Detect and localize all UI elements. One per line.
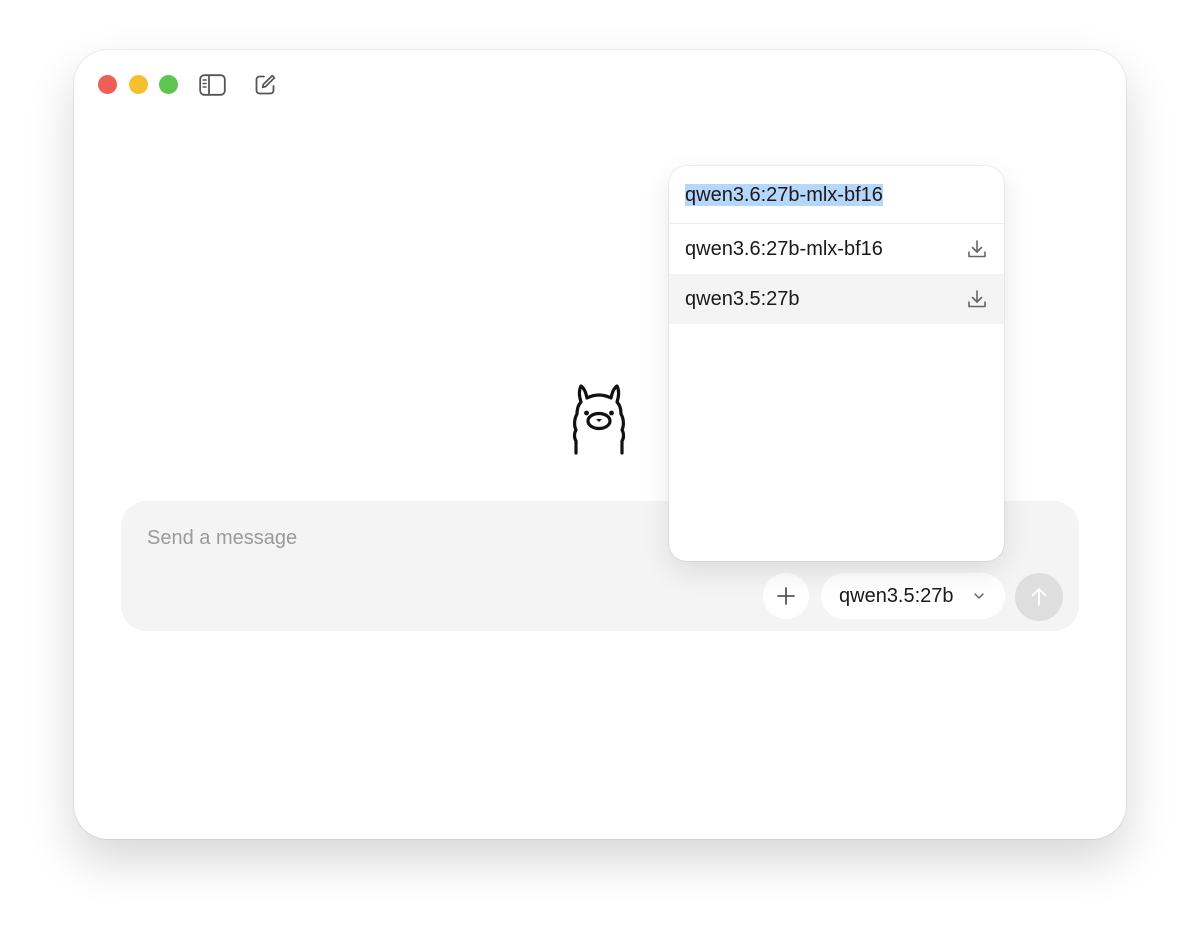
download-icon[interactable] [966,288,988,310]
model-option-name: qwen3.5:27b [685,288,800,310]
llama-mascot-icon [572,384,626,455]
model-option-highlighted[interactable]: qwen3.5:27b [669,274,1004,324]
new-chat-icon [255,74,276,95]
send-button[interactable] [1015,573,1063,621]
maximize-window-button[interactable] [159,75,178,94]
message-input[interactable] [147,523,747,553]
model-option[interactable]: qwen3.6:27b-mlx-bf16 [669,224,1004,274]
chevron-down-icon [974,593,984,599]
download-icon[interactable] [966,238,988,260]
model-dropdown: qwen3.6:27b-mlx-bf16 qwen3.6:27b-mlx-bf1… [669,166,1004,561]
plus-icon [777,587,795,605]
arrow-up-icon [1031,588,1047,606]
model-search[interactable]: qwen3.6:27b-mlx-bf16 [669,166,1004,224]
model-search-selected-text: qwen3.6:27b-mlx-bf16 [685,184,883,206]
minimize-window-button[interactable] [129,75,148,94]
close-window-button[interactable] [98,75,117,94]
add-attachment-button[interactable] [763,573,809,619]
selected-model-label: qwen3.5:27b [839,585,954,607]
model-selector-button[interactable]: qwen3.5:27b [821,573,1005,619]
model-option-name: qwen3.6:27b-mlx-bf16 [685,238,883,260]
sidebar-toggle-icon [198,74,226,96]
app-window: qwen3.5:27b qwen3.6:27b-mlx-bf16 qwen3.6… [74,50,1126,839]
sidebar-toggle-button[interactable] [198,71,226,99]
new-chat-button[interactable] [251,71,279,99]
model-search-input[interactable]: qwen3.6:27b-mlx-bf16 [685,183,883,207]
